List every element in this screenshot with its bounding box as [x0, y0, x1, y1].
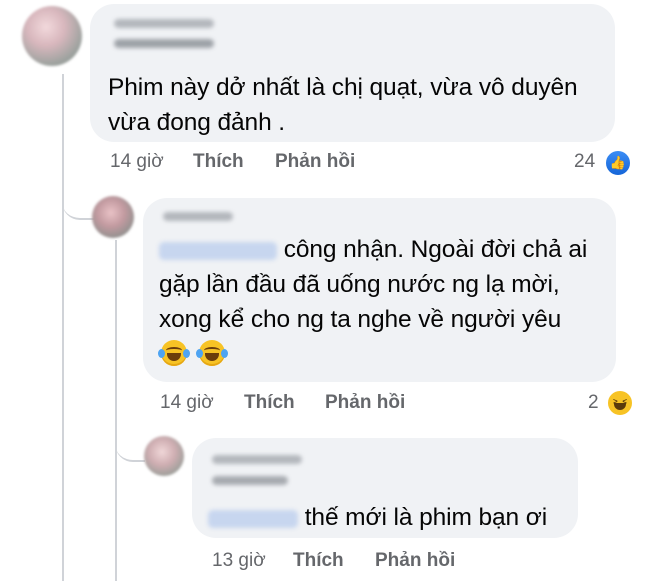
emoji-row [158, 340, 229, 366]
comment-text: công nhận. Ngoài đời chả ai [283, 236, 588, 263]
comment-text-line: Phim này dở nhất là chị quạt, vừa vô duy… [108, 74, 578, 101]
haha-icon[interactable]: > < [606, 389, 634, 417]
like-button[interactable]: Thích [293, 550, 344, 572]
comment-text-line: công nhận. Ngoài đời chả ai [159, 232, 587, 267]
thread-branch-1 [62, 180, 96, 220]
reply-button[interactable]: Phản hồi [325, 392, 405, 414]
reply-button[interactable]: Phản hồi [375, 550, 455, 572]
author-name-line2 [212, 476, 288, 485]
mention-tag[interactable] [159, 241, 277, 260]
comment-bubble: thế mới là phim bạn ơi [192, 438, 578, 538]
avatar[interactable] [22, 6, 82, 66]
like-button[interactable]: Thích [244, 392, 295, 414]
avatar[interactable] [144, 436, 184, 476]
thread-line-reply [115, 240, 117, 581]
author-name[interactable] [163, 212, 233, 221]
comment-text-line: gặp lần đầu đã uống nước ng lạ mời, [159, 271, 560, 298]
comment-text: thế mới là phim bạn ơi [304, 504, 548, 531]
author-name-line2 [114, 39, 214, 48]
thread-line-main [62, 74, 64, 581]
author-name[interactable] [212, 455, 302, 464]
like-icon[interactable]: 👍 [604, 149, 632, 177]
comment-time[interactable]: 14 giờ [110, 151, 164, 173]
comment-text-line: thế mới là phim bạn ơi [208, 500, 547, 535]
comment-time[interactable]: 13 giờ [212, 550, 266, 572]
reply-button[interactable]: Phản hồi [275, 151, 355, 173]
author-name[interactable] [114, 19, 214, 28]
comment-bubble: Phim này dở nhất là chị quạt, vừa vô duy… [90, 4, 615, 142]
avatar[interactable] [92, 196, 134, 238]
laughing-tears-emoji-icon [196, 340, 229, 366]
reaction-count[interactable]: 24 [574, 151, 595, 173]
comment-time[interactable]: 14 giờ [160, 392, 214, 414]
like-button[interactable]: Thích [193, 151, 244, 173]
comment-text-line: xong kể cho ng ta nghe về người yêu [159, 306, 562, 333]
comment-bubble: công nhận. Ngoài đời chả ai gặp lần đầu … [143, 198, 616, 382]
thread-branch-2 [115, 420, 145, 462]
comment-text-line: vừa đong đảnh . [108, 109, 286, 136]
mention-tag[interactable] [208, 509, 298, 528]
reaction-count[interactable]: 2 [588, 392, 599, 414]
laughing-tears-emoji-icon [158, 340, 190, 366]
